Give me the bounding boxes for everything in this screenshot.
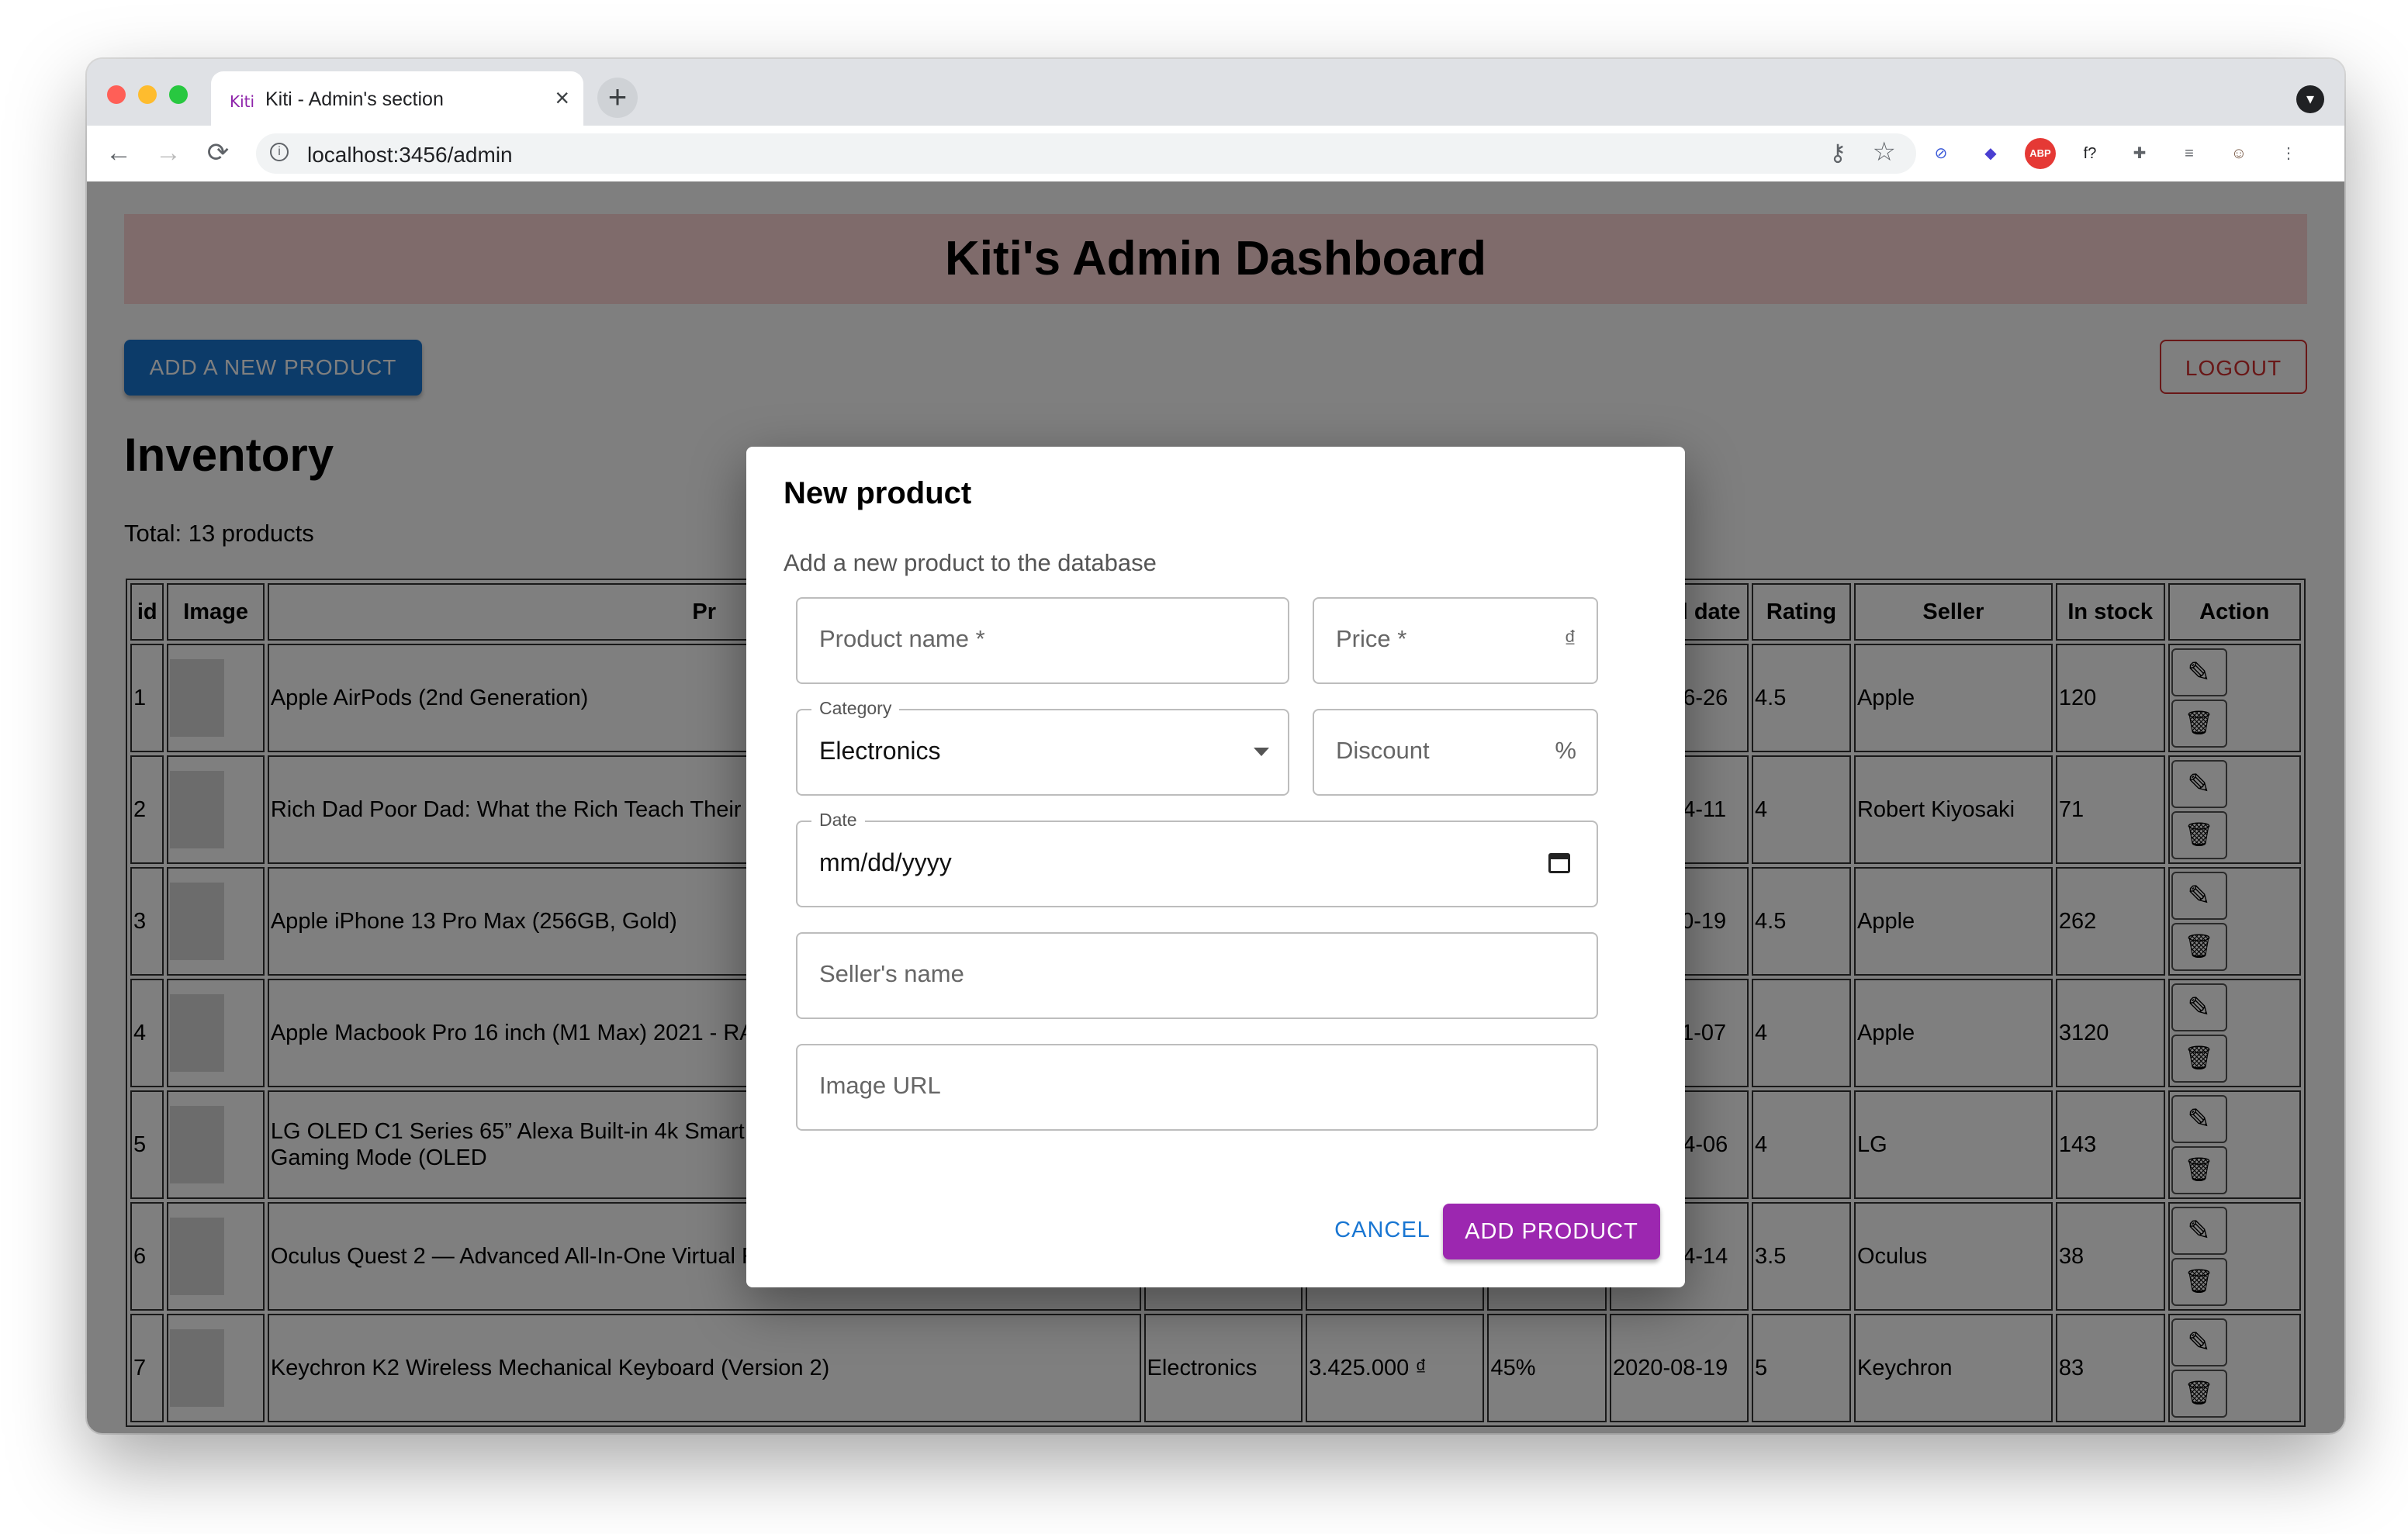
price-field[interactable]: Price * ₫ [1313, 597, 1598, 684]
browser-toolbar: ← → ⟳ i localhost:3456/admin ⚷ ☆ ⊘ ◆ ABP f?… [87, 126, 2344, 181]
puzzle-icon[interactable]: ✚ [2124, 138, 2155, 169]
dialog-title: New product [784, 476, 972, 510]
seller-name-field[interactable]: Seller's name [796, 932, 1598, 1019]
percent-adornment: % [1555, 737, 1576, 764]
site-info-icon[interactable]: i [270, 143, 289, 161]
image-url-field[interactable]: Image URL [796, 1044, 1598, 1131]
date-field[interactable]: Date mm/dd/yyyy [796, 810, 1598, 907]
reload-icon[interactable]: ⟳ [199, 133, 237, 172]
date-value: mm/dd/yyyy [819, 848, 952, 876]
seller-placeholder: Seller's name [819, 960, 964, 987]
dialog-subtitle: Add a new product to the database [784, 549, 1157, 576]
product-name-field[interactable]: Product name * [796, 597, 1289, 684]
admin-page: Kiti's Admin Dashboard ADD A NEW PRODUCT… [87, 181, 2344, 1433]
currency-adornment: ₫ [1564, 625, 1576, 652]
tab-title: Kiti - Admin's section [265, 88, 444, 110]
minimize-window-button[interactable] [138, 85, 157, 104]
profile-avatar-icon[interactable]: ☺ [2223, 138, 2254, 169]
new-tab-button[interactable]: + [597, 78, 638, 118]
address-bar[interactable]: i localhost:3456/admin ⚷ ☆ [256, 133, 1916, 174]
category-label: Category [811, 698, 900, 719]
more-menu-icon[interactable]: ⋮ [2273, 138, 2304, 169]
dropdown-arrow-icon [1254, 748, 1269, 756]
product-name-placeholder: Product name * [819, 625, 985, 652]
date-label: Date [811, 810, 865, 831]
category-value: Electronics [819, 737, 941, 765]
close-window-button[interactable] [107, 85, 126, 104]
forward-icon[interactable]: → [149, 133, 188, 172]
password-key-icon[interactable]: ⚷ [1829, 140, 1846, 167]
add-product-button[interactable]: ADD PRODUCT [1443, 1204, 1660, 1259]
discount-placeholder: Discount [1336, 737, 1430, 764]
svg-text:Kiti: Kiti [230, 92, 254, 111]
tab-close-icon[interactable]: × [555, 84, 569, 112]
back-icon[interactable]: ← [99, 133, 138, 172]
kiti-favicon-icon: Kiti [230, 92, 254, 111]
extension-badge-icon[interactable]: ◆ [1975, 138, 2006, 169]
reading-list-icon[interactable]: ≡ [2174, 138, 2205, 169]
tab-search-icon[interactable]: ▾ [2296, 85, 2324, 113]
category-select[interactable]: Category Electronics [796, 698, 1289, 796]
tab-strip: Kiti Kiti - Admin's section × + ▾ [87, 59, 2344, 126]
adblock-icon[interactable]: ABP [2025, 138, 2056, 169]
new-product-dialog: New product Add a new product to the dat… [746, 447, 1685, 1287]
price-placeholder: Price * [1336, 625, 1407, 652]
url-text: localhost:3456/admin [307, 143, 513, 167]
blocker-icon[interactable]: ⊘ [1925, 138, 1956, 169]
browser-tab[interactable]: Kiti Kiti - Admin's section × [211, 71, 583, 126]
discount-field[interactable]: Discount % [1313, 709, 1598, 796]
browser-window: Kiti Kiti - Admin's section × + ▾ ← → ⟳ … [87, 59, 2344, 1433]
font-inspector-icon[interactable]: f? [2074, 138, 2105, 169]
bookmark-star-icon[interactable]: ☆ [1873, 136, 1896, 168]
image-url-placeholder: Image URL [819, 1072, 941, 1099]
maximize-window-button[interactable] [169, 85, 188, 104]
calendar-icon[interactable] [1548, 853, 1570, 873]
cancel-button[interactable]: CANCEL [1306, 1204, 1458, 1256]
